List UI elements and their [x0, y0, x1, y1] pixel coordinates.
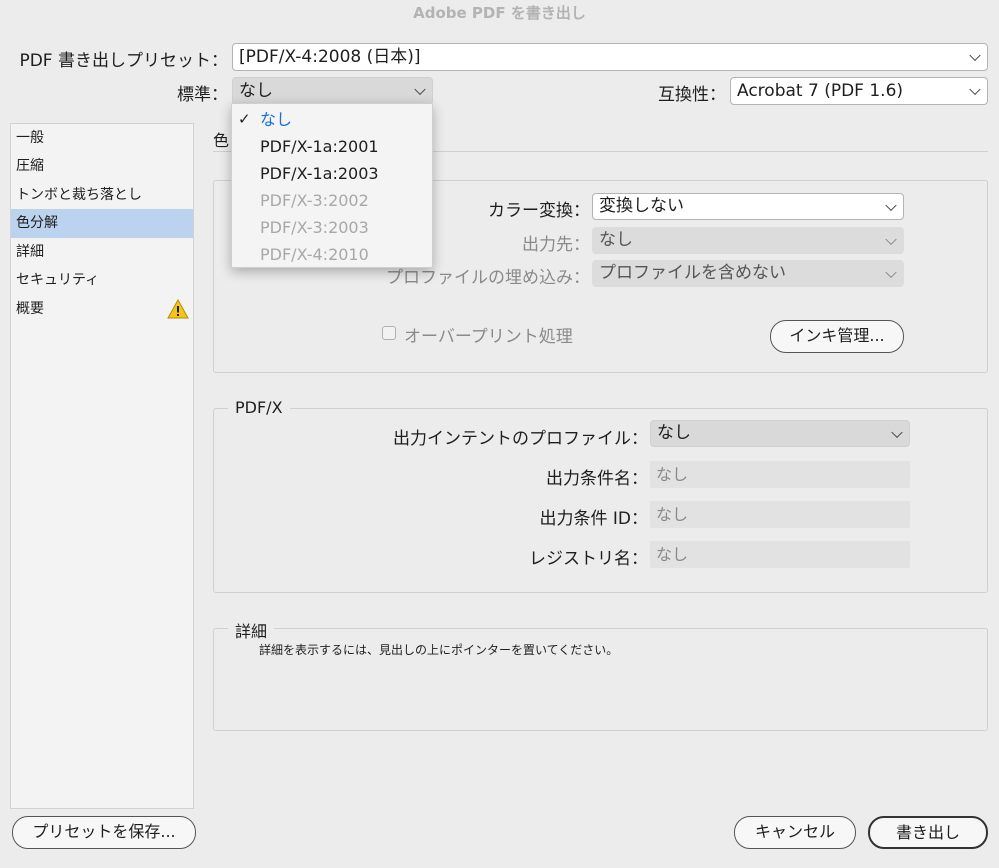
- save-preset-button[interactable]: プリセットを保存...: [12, 816, 196, 849]
- color-conversion-select[interactable]: 変換しない: [592, 193, 904, 220]
- detail-text: 詳細を表示するには、見出しの上にポインターを置いてください。: [259, 643, 619, 657]
- chevron-down-icon: [969, 49, 981, 62]
- compat-select[interactable]: Acrobat 7 (PDF 1.6): [730, 77, 988, 105]
- destination-value: なし: [599, 230, 633, 250]
- warning-icon: [167, 299, 189, 319]
- compat-value: Acrobat 7 (PDF 1.6): [737, 81, 904, 101]
- profile-select[interactable]: プロファイルを含めない: [592, 260, 904, 287]
- chevron-down-icon: [891, 426, 903, 438]
- chevron-down-icon: [885, 199, 897, 211]
- standard-label: 標準：: [177, 85, 228, 105]
- chevron-down-icon: [885, 233, 897, 245]
- checkmark-icon: ✓: [238, 110, 251, 128]
- condition-id-label: 出力条件 ID：: [539, 509, 648, 529]
- preset-select[interactable]: [PDF/X-4:2008 (日本)]: [232, 43, 988, 71]
- output-intent-select[interactable]: なし: [650, 420, 910, 447]
- menu-item-pdfx-1a-2003[interactable]: PDF/X-1a:2003: [232, 160, 432, 187]
- menu-item-pdfx-3-2002: PDF/X-3:2002: [260, 191, 369, 210]
- preset-label: PDF 書き出しプリセット：: [19, 51, 228, 71]
- sidebar-item-output[interactable]: 色分解: [11, 209, 193, 238]
- sidebar-item-security[interactable]: セキュリティ: [11, 266, 193, 295]
- condition-id-field[interactable]: なし: [650, 501, 910, 528]
- output-intent-label: 出力インテントのプロファイル：: [393, 429, 648, 449]
- window-title: Adobe PDF を書き出し: [413, 4, 586, 22]
- cancel-button[interactable]: キャンセル: [734, 816, 856, 849]
- sidebar: 一般 圧縮 トンボと裁ち落とし 色分解 詳細 セキュリティ 概要: [10, 123, 194, 809]
- ink-manager-button[interactable]: インキ管理...: [770, 320, 904, 353]
- preset-value: [PDF/X-4:2008 (日本)]: [239, 47, 421, 67]
- sidebar-item-marks-bleeds[interactable]: トンボと裁ち落とし: [11, 181, 193, 210]
- standard-value: なし: [239, 81, 273, 101]
- menu-item-label: なし: [260, 110, 293, 129]
- color-conversion-value: 変換しない: [599, 196, 684, 216]
- chevron-down-icon: [414, 83, 426, 96]
- menu-item-pdfx-4-2010: PDF/X-4:2010: [260, 245, 369, 264]
- sidebar-item-compression[interactable]: 圧縮: [11, 152, 193, 181]
- destination-select[interactable]: なし: [592, 227, 904, 254]
- pdfx-title: PDF/X: [228, 398, 290, 417]
- overprint-checkbox[interactable]: [382, 326, 396, 340]
- condition-name-label: 出力条件名：: [546, 469, 648, 489]
- menu-item-pdfx-3-2003: PDF/X-3:2003: [260, 218, 369, 237]
- output-intent-value: なし: [657, 423, 691, 443]
- sidebar-item-general[interactable]: 一般: [11, 124, 193, 153]
- condition-name-field[interactable]: なし: [650, 461, 910, 488]
- standard-select[interactable]: なし: [232, 77, 433, 105]
- sidebar-item-advanced[interactable]: 詳細: [11, 238, 193, 267]
- registry-field[interactable]: なし: [650, 541, 910, 568]
- menu-item-pdfx-1a-2001[interactable]: PDF/X-1a:2001: [232, 133, 432, 160]
- sidebar-item-summary[interactable]: 概要: [11, 295, 193, 324]
- export-button[interactable]: 書き出し: [868, 816, 988, 849]
- overprint-label: オーバープリント処理: [404, 327, 573, 347]
- sidebar-item-label: 概要: [16, 301, 44, 317]
- detail-title: 詳細: [228, 618, 275, 642]
- compat-label: 互換性：: [658, 85, 726, 105]
- registry-label: レジストリ名：: [529, 549, 648, 569]
- chevron-down-icon: [969, 83, 981, 96]
- standard-dropdown-menu: ✓ なし PDF/X-1a:2001 PDF/X-1a:2003 PDF/X-3…: [231, 103, 433, 268]
- chevron-down-icon: [885, 266, 897, 278]
- menu-item-none[interactable]: ✓ なし: [232, 106, 432, 133]
- section-title: 色: [213, 131, 230, 150]
- profile-value: プロファイルを含めない: [599, 263, 786, 283]
